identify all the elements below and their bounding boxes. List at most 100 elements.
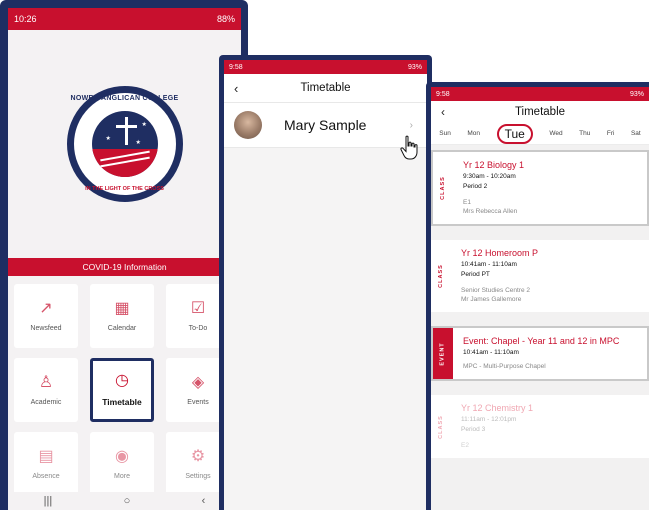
student-name: Mary Sample [284, 117, 367, 133]
covid-info-banner[interactable]: COVID-19 Information [8, 258, 241, 276]
cross-icon [124, 117, 128, 145]
day-sun[interactable]: Sun [439, 130, 451, 137]
entry-time: 10:41am - 11:10am [463, 349, 519, 356]
app-header: ‹ Timetable [431, 101, 649, 123]
day-sat[interactable]: Sat [631, 130, 641, 137]
status-time: 10:26 [14, 14, 37, 24]
back-arrow-icon[interactable]: ‹ [234, 81, 238, 96]
person-icon: ♙ [38, 373, 54, 391]
tile-calendar[interactable]: ▦ Calendar [90, 284, 154, 348]
chevron-right-icon: › [409, 119, 413, 131]
tile-academic[interactable]: ♙ Academic [14, 358, 78, 422]
status-bar: 9:58 93% [431, 87, 649, 101]
day-tue-selected[interactable]: Tue [496, 123, 533, 144]
page-title: Timetable [300, 82, 351, 94]
entry-title: Yr 12 Chemistry 1 [461, 403, 534, 413]
entry-time: 11:11am - 12:01pm [461, 416, 517, 423]
status-bar: 10:26 88% [8, 8, 241, 30]
timetable-entry[interactable]: CLASS Yr 12 Chemistry 1 11:11am - 12:01p… [431, 395, 649, 458]
entry-title: Yr 12 Biology 1 [463, 160, 525, 170]
student-select-screen: 9:58 93% ‹ Timetable Mary Sample › [224, 60, 427, 510]
phone-student-select: 9:58 93% ‹ Timetable Mary Sample › [219, 55, 432, 510]
entry-body: Yr 12 Homeroom P 10:41am - 11:10am Perio… [451, 240, 544, 312]
day-mon[interactable]: Mon [467, 130, 480, 137]
tile-absence[interactable]: ▤ Absence [14, 432, 78, 496]
timetable-screen: 9:58 93% ‹ Timetable Sun Mon Tue Wed Thu… [431, 87, 649, 510]
tile-timetable[interactable]: ◷ Timetable [90, 358, 154, 422]
crest-college-name: NOWRA ANGLICAN COLLEGE [70, 95, 179, 102]
status-time: 9:58 [229, 63, 243, 71]
day-selector: Sun Mon Tue Wed Thu Fri Sat [431, 123, 649, 145]
tile-label: More [114, 472, 130, 480]
college-logo-area: NOWRA ANGLICAN COLLEGE ★ ★ ★ IN THE LIGH… [8, 30, 241, 258]
entry-type-tag: CLASS [440, 176, 447, 200]
document-icon: ▤ [38, 447, 54, 465]
entry-room: E2 [461, 442, 469, 449]
entry-teacher: Mr James Gallemore [461, 296, 522, 303]
entry-title: Yr 12 Homeroom P [461, 248, 539, 258]
entry-title: Event: Chapel - Year 11 and 12 in MPC [463, 336, 620, 346]
entry-time: 10:41am - 11:10am [461, 261, 517, 268]
back-icon[interactable]: ‹ [202, 495, 206, 507]
day-fri[interactable]: Fri [607, 130, 615, 137]
timetable-entry[interactable]: CLASS Yr 12 Homeroom P 10:41am - 11:10am… [431, 240, 649, 312]
battery-level: 88% [216, 14, 235, 24]
timetable-event-entry[interactable]: EVENT Event: Chapel - Year 11 and 12 in … [431, 326, 649, 381]
ticket-icon: ◈ [191, 373, 205, 391]
entry-type-tag: CLASS [438, 264, 445, 288]
pointer-hand-icon [400, 135, 418, 160]
entry-period: Period 2 [463, 183, 488, 190]
entry-period: Period PT [461, 271, 490, 278]
entry-type-tag: EVENT [433, 328, 453, 379]
tile-label: Events [187, 398, 209, 406]
back-arrow-icon[interactable]: ‹ [441, 105, 445, 119]
entry-time: 9:30am - 10:20am [463, 173, 516, 180]
crest-shield: ★ ★ ★ [91, 111, 158, 177]
phone-home: 10:26 88% NOWRA ANGLICAN COLLEGE ★ ★ ★ I… [0, 0, 248, 510]
entry-body: Yr 12 Biology 1 9:30am - 10:20am Period … [453, 152, 530, 224]
more-icon: ◉ [115, 447, 129, 465]
trend-icon: ↗ [39, 299, 53, 317]
avatar [234, 111, 262, 139]
entry-period: Period 3 [461, 426, 486, 433]
day-thu[interactable]: Thu [579, 130, 590, 137]
status-bar: 9:58 93% [224, 60, 427, 74]
clock-icon: ◷ [115, 372, 129, 389]
composite-screenshot: 10:26 88% NOWRA ANGLICAN COLLEGE ★ ★ ★ I… [0, 0, 649, 510]
tile-newsfeed[interactable]: ↗ Newsfeed [14, 284, 78, 348]
tile-more[interactable]: ◉ More [90, 432, 154, 496]
tile-label: Timetable [102, 397, 142, 407]
home-screen: 10:26 88% NOWRA ANGLICAN COLLEGE ★ ★ ★ I… [8, 8, 241, 510]
tile-label: Settings [185, 472, 211, 480]
entry-room: Senior Studies Centre 2 [461, 287, 531, 294]
checklist-icon: ☑ [190, 299, 206, 317]
home-tile-grid: ↗ Newsfeed ▦ Calendar ☑ To-Do ♙ Academic… [14, 284, 241, 496]
timetable-entry[interactable]: CLASS Yr 12 Biology 1 9:30am - 10:20am P… [431, 150, 649, 226]
battery-level: 93% [629, 90, 644, 98]
college-crest-logo: NOWRA ANGLICAN COLLEGE ★ ★ ★ IN THE LIGH… [66, 86, 183, 202]
crest-motto: IN THE LIGHT OF THE CROSS [85, 186, 164, 192]
phone-timetable: 9:58 93% ‹ Timetable Sun Mon Tue Wed Thu… [426, 82, 649, 510]
entry-teacher: Mrs Rebecca Allen [463, 208, 518, 215]
day-wed[interactable]: Wed [549, 130, 562, 137]
crest-hill [91, 149, 158, 177]
star-icon: ★ [141, 122, 147, 128]
entry-type-tag: CLASS [438, 414, 445, 439]
entry-room: E1 [463, 199, 471, 206]
home-icon[interactable]: ○ [124, 495, 131, 507]
star-icon: ★ [135, 140, 141, 146]
app-header: ‹ Timetable [224, 74, 427, 102]
star-icon: ★ [105, 136, 111, 142]
tile-label: Absence [32, 472, 60, 480]
tile-label: Calendar [107, 324, 137, 332]
recents-icon[interactable]: ||| [44, 495, 53, 507]
entry-body: Yr 12 Chemistry 1 11:11am - 12:01pm Peri… [451, 395, 539, 458]
gear-icon: ⚙ [190, 447, 206, 465]
student-row[interactable]: Mary Sample › [224, 102, 427, 148]
page-title: Timetable [514, 106, 566, 118]
calendar-icon: ▦ [114, 299, 130, 317]
battery-level: 93% [407, 63, 422, 71]
cross-bar [115, 125, 137, 128]
entry-body: Event: Chapel - Year 11 and 12 in MPC 10… [453, 328, 625, 379]
tile-label: To-Do [188, 324, 208, 332]
